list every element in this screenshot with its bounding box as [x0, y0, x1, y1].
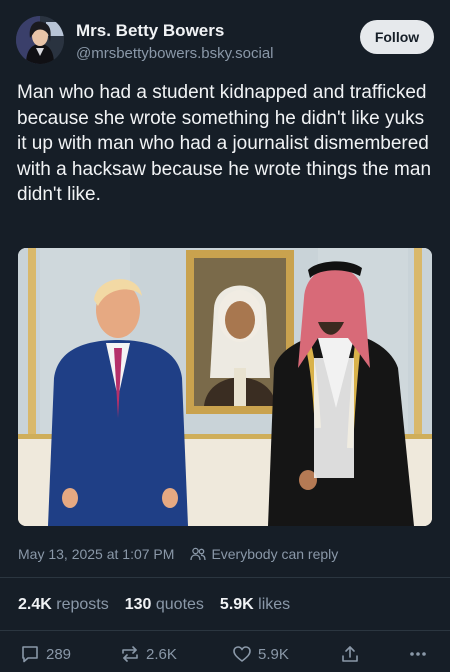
- likes-count: 5.9K: [219, 596, 254, 613]
- post-actions: 289 2.6K 5.9K: [18, 644, 432, 668]
- quotes-label: quotes: [155, 596, 204, 613]
- reply-setting: Everybody can reply: [211, 546, 339, 562]
- more-icon: [408, 644, 428, 664]
- reposts-stat[interactable]: 2.4K reposts: [18, 596, 109, 614]
- likes-label: likes: [258, 596, 291, 613]
- people-icon: [190, 547, 207, 561]
- quotes-stat[interactable]: 130 quotes: [125, 596, 204, 614]
- share-icon: [340, 644, 360, 664]
- post-header: Mrs. Betty Bowers @mrsbettybowers.bsky.s…: [16, 16, 434, 68]
- like-icon: [232, 644, 252, 664]
- reply-button[interactable]: 289: [20, 644, 71, 664]
- repost-button[interactable]: 2.6K: [120, 644, 177, 664]
- author-handle[interactable]: @mrsbettybowers.bsky.social: [76, 45, 274, 62]
- post-image[interactable]: [18, 248, 432, 526]
- author-name[interactable]: Mrs. Betty Bowers: [76, 21, 224, 41]
- post-meta: May 13, 2025 at 1:07 PM Everybody can re…: [18, 546, 338, 562]
- engagement-stats: 2.4K reposts 130 quotes 5.9K likes: [18, 596, 290, 614]
- post-timestamp[interactable]: May 13, 2025 at 1:07 PM: [18, 546, 174, 562]
- quotes-count: 130: [124, 596, 152, 613]
- likes-stat[interactable]: 5.9K likes: [220, 596, 290, 614]
- avatar[interactable]: [16, 16, 64, 64]
- repost-count: 2.6K: [146, 645, 177, 663]
- follow-button[interactable]: Follow: [360, 20, 434, 54]
- post-text: Man who had a student kidnapped and traf…: [17, 82, 432, 205]
- share-button[interactable]: [340, 644, 360, 664]
- reply-count: 289: [46, 645, 72, 663]
- divider: [0, 577, 450, 578]
- divider: [0, 630, 450, 631]
- reposts-count: 2.4K: [18, 596, 52, 613]
- reposts-label: reposts: [56, 596, 109, 613]
- more-button[interactable]: [408, 644, 428, 664]
- like-count: 5.9K: [258, 645, 289, 663]
- repost-icon: [120, 644, 140, 664]
- reply-icon: [20, 644, 40, 664]
- like-button[interactable]: 5.9K: [232, 644, 289, 664]
